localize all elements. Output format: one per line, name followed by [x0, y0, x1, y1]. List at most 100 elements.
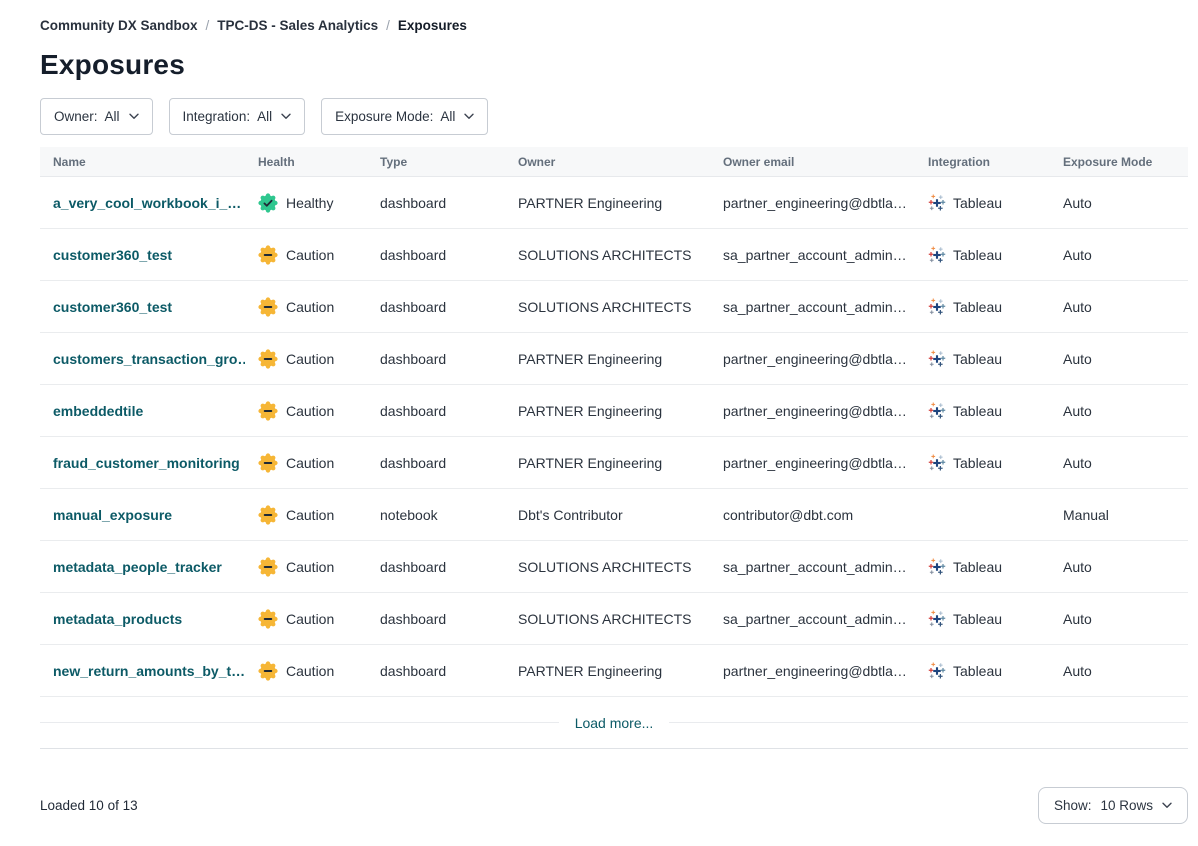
integration-filter-dropdown[interactable]: Integration: All: [169, 98, 306, 135]
owner-email-cell: partner_engineering@dbtla…: [710, 403, 915, 419]
integration-label: Tableau: [953, 403, 1002, 419]
owner-cell: PARTNER Engineering: [505, 455, 710, 471]
filter-label: Exposure Mode:: [335, 109, 433, 124]
health-badge-icon: [258, 245, 278, 265]
exposure-mode-cell: Auto: [1050, 559, 1188, 575]
column-header-exposure-mode: Exposure Mode: [1050, 155, 1188, 169]
exposure-mode-cell: Manual: [1050, 507, 1188, 523]
chevron-down-icon: [1162, 802, 1172, 809]
owner-email-cell: partner_engineering@dbtla…: [710, 455, 915, 471]
exposure-name-link[interactable]: metadata_products: [53, 611, 182, 627]
breadcrumb-item-current: Exposures: [398, 18, 467, 33]
exposure-name-link[interactable]: manual_exposure: [53, 507, 172, 523]
exposure-name-link[interactable]: customer360_test: [53, 247, 172, 263]
integration-cell: Tableau: [915, 558, 1050, 576]
chevron-down-icon: [464, 113, 474, 120]
tableau-icon: [928, 194, 946, 212]
integration-label: Tableau: [953, 351, 1002, 367]
chevron-down-icon: [129, 113, 139, 120]
owner-email-cell: sa_partner_account_admin…: [710, 559, 915, 575]
exposure-name-link[interactable]: metadata_people_tracker: [53, 559, 222, 575]
owner-email-cell: sa_partner_account_admin…: [710, 611, 915, 627]
breadcrumb-item-package[interactable]: TPC-DS - Sales Analytics: [217, 18, 378, 33]
integration-cell: Tableau: [915, 454, 1050, 472]
tableau-icon: [928, 454, 946, 472]
type-cell: dashboard: [367, 455, 505, 471]
type-cell: dashboard: [367, 559, 505, 575]
column-header-health: Health: [245, 155, 367, 169]
filter-value: All: [440, 109, 455, 124]
filter-value: All: [257, 109, 272, 124]
owner-cell: PARTNER Engineering: [505, 663, 710, 679]
filter-value: All: [105, 109, 120, 124]
exposures-page: Community DX Sandbox / TPC-DS - Sales An…: [0, 0, 1198, 824]
health-badge-icon: [258, 297, 278, 317]
owner-cell: Dbt's Contributor: [505, 507, 710, 523]
load-more-link[interactable]: Load more...: [559, 715, 670, 731]
tableau-icon: [928, 246, 946, 264]
column-header-integration: Integration: [915, 155, 1050, 169]
integration-label: Tableau: [953, 559, 1002, 575]
owner-cell: PARTNER Engineering: [505, 351, 710, 367]
health-badge-icon: [258, 401, 278, 421]
show-label: Show:: [1054, 798, 1092, 813]
owner-cell: SOLUTIONS ARCHITECTS: [505, 559, 710, 575]
tableau-icon: [928, 662, 946, 680]
owner-cell: SOLUTIONS ARCHITECTS: [505, 611, 710, 627]
divider: [40, 722, 559, 723]
integration-label: Tableau: [953, 247, 1002, 263]
integration-cell: Tableau: [915, 194, 1050, 212]
table-row: metadata_products Caution dashboar: [40, 593, 1188, 645]
owner-cell: SOLUTIONS ARCHITECTS: [505, 247, 710, 263]
chevron-down-icon: [281, 113, 291, 120]
page-title: Exposures: [40, 49, 1188, 81]
exposure-name-link[interactable]: new_return_amounts_by_t…: [53, 663, 245, 679]
breadcrumb-separator: /: [206, 18, 210, 33]
exposures-table: Name Health Type Owner Owner email Integ…: [40, 147, 1188, 749]
type-cell: notebook: [367, 507, 505, 523]
divider: [669, 722, 1188, 723]
exposure-mode-cell: Auto: [1050, 351, 1188, 367]
table-row: customer360_test Caution dashboard: [40, 229, 1188, 281]
breadcrumb: Community DX Sandbox / TPC-DS - Sales An…: [40, 18, 1188, 33]
health-label: Caution: [286, 455, 334, 471]
exposure-mode-cell: Auto: [1050, 455, 1188, 471]
health-label: Caution: [286, 507, 334, 523]
exposure-name-link[interactable]: embeddedtile: [53, 403, 143, 419]
exposure-mode-filter-dropdown[interactable]: Exposure Mode: All: [321, 98, 488, 135]
integration-cell: Tableau: [915, 662, 1050, 680]
health-label: Caution: [286, 559, 334, 575]
table-row: manual_exposure Caution notebook: [40, 489, 1188, 541]
type-cell: dashboard: [367, 247, 505, 263]
tableau-icon: [928, 610, 946, 628]
owner-cell: PARTNER Engineering: [505, 403, 710, 419]
integration-cell: Tableau: [915, 350, 1050, 368]
exposure-mode-cell: Auto: [1050, 611, 1188, 627]
show-rows-dropdown[interactable]: Show: 10 Rows: [1038, 787, 1188, 824]
exposure-name-link[interactable]: customer360_test: [53, 299, 172, 315]
integration-label: Tableau: [953, 455, 1002, 471]
owner-email-cell: contributor@dbt.com: [710, 507, 915, 523]
load-more-section: Load more...: [40, 697, 1188, 749]
health-badge-icon: [258, 453, 278, 473]
health-badge-icon: [258, 349, 278, 369]
owner-filter-dropdown[interactable]: Owner: All: [40, 98, 153, 135]
exposure-name-link[interactable]: fraud_customer_monitoring: [53, 455, 240, 471]
integration-label: Tableau: [953, 195, 1002, 211]
breadcrumb-item-project[interactable]: Community DX Sandbox: [40, 18, 198, 33]
health-badge-icon: [258, 661, 278, 681]
table-body: a_very_cool_workbook_i_… Healthy d: [40, 177, 1188, 697]
tableau-icon: [928, 298, 946, 316]
exposure-name-link[interactable]: a_very_cool_workbook_i_…: [53, 195, 241, 211]
integration-cell: Tableau: [915, 298, 1050, 316]
table-row: fraud_customer_monitoring Caution: [40, 437, 1188, 489]
type-cell: dashboard: [367, 195, 505, 211]
health-label: Caution: [286, 247, 334, 263]
type-cell: dashboard: [367, 663, 505, 679]
health-label: Caution: [286, 299, 334, 315]
table-header-row: Name Health Type Owner Owner email Integ…: [40, 147, 1188, 177]
exposure-name-link[interactable]: customers_transaction_gro…: [53, 351, 245, 367]
integration-cell: Tableau: [915, 610, 1050, 628]
integration-cell: Tableau: [915, 246, 1050, 264]
table-row: customer360_test Caution dashboard: [40, 281, 1188, 333]
